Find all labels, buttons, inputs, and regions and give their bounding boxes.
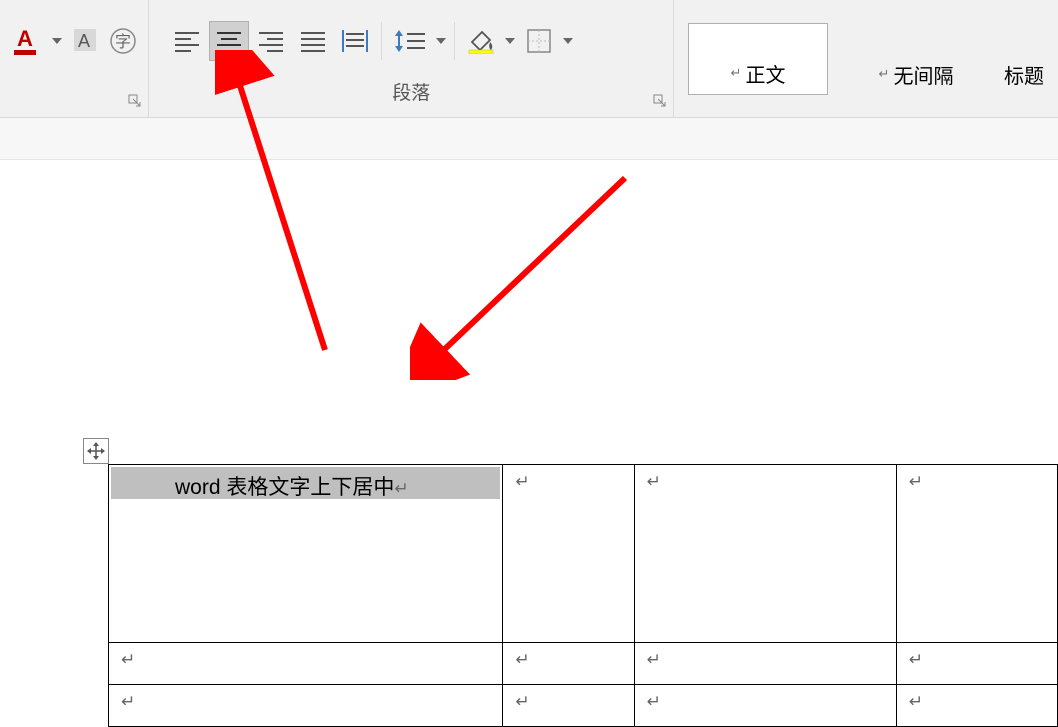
- text-highlight-button[interactable]: A: [68, 21, 102, 61]
- paragraph-mark-icon: ↵: [643, 690, 661, 712]
- paragraph-group-label: 段落: [392, 78, 430, 105]
- svg-text:A: A: [17, 26, 33, 51]
- align-right-icon: [257, 29, 285, 53]
- table-cell[interactable]: ↵: [109, 685, 503, 727]
- table-cell[interactable]: ↵: [503, 465, 634, 643]
- line-spacing-icon: [393, 28, 427, 54]
- style-normal[interactable]: ↵正文: [688, 23, 828, 95]
- paragraph-mark-icon: ↵: [511, 470, 529, 492]
- table-cell[interactable]: ↵: [503, 643, 634, 685]
- align-justify-icon: [299, 29, 327, 53]
- ribbon: A A 字: [0, 0, 1058, 118]
- paragraph-group: 段落: [149, 0, 674, 117]
- align-center-button[interactable]: [209, 21, 249, 61]
- style-heading[interactable]: 标题: [1004, 23, 1044, 95]
- paragraph-mark-icon: ↵: [117, 648, 135, 670]
- font-color-button[interactable]: A: [6, 21, 46, 61]
- ruler-area: [0, 118, 1058, 160]
- borders-icon: [526, 28, 552, 54]
- align-distributed-icon: [340, 28, 370, 54]
- style-no-spacing-label: 无间隔: [893, 60, 953, 89]
- table-row: ↵ ↵ ↵ ↵: [109, 643, 1058, 685]
- document-table[interactable]: word 表格文字上下居中↵ ↵ ↵ ↵ ↵ ↵ ↵ ↵ ↵ ↵ ↵ ↵: [108, 464, 1058, 727]
- font-dialog-launcher[interactable]: [128, 94, 142, 108]
- svg-text:A: A: [78, 31, 90, 51]
- char-circle-icon: 字: [109, 27, 137, 55]
- align-left-button[interactable]: [167, 21, 207, 61]
- align-right-button[interactable]: [251, 21, 291, 61]
- paragraph-mark-icon: ↵: [511, 690, 529, 712]
- align-left-icon: [173, 29, 201, 53]
- table-cell[interactable]: ↵: [896, 465, 1057, 643]
- style-heading-label: 标题: [1004, 60, 1044, 89]
- paragraph-mark-icon: ↵: [643, 470, 661, 492]
- style-normal-label: 正文: [745, 59, 785, 88]
- paragraph-mark-icon: ↵: [511, 648, 529, 670]
- shading-button[interactable]: [461, 21, 501, 61]
- paragraph-mark-icon: ↵: [394, 479, 408, 498]
- paragraph-mark-icon: ↵: [643, 648, 661, 670]
- svg-text:字: 字: [115, 33, 131, 51]
- font-color-dropdown[interactable]: [50, 21, 64, 61]
- char-style-button[interactable]: 字: [106, 21, 140, 61]
- move-icon: [87, 442, 105, 460]
- table-cell[interactable]: ↵: [634, 643, 896, 685]
- line-spacing-button[interactable]: [388, 21, 432, 61]
- paragraph-mark-icon: ↵: [905, 470, 923, 492]
- document-area: word 表格文字上下居中↵ ↵ ↵ ↵ ↵ ↵ ↵ ↵ ↵ ↵ ↵ ↵: [0, 118, 1058, 612]
- align-center-icon: [215, 29, 243, 53]
- table-cell[interactable]: ↵: [634, 685, 896, 727]
- table-move-handle[interactable]: [83, 438, 109, 464]
- table-cell[interactable]: ↵: [896, 685, 1057, 727]
- paragraph-mark-icon: ↵: [905, 648, 923, 670]
- paragraph-dialog-launcher[interactable]: [653, 94, 667, 108]
- table-row: ↵ ↵ ↵ ↵: [109, 685, 1058, 727]
- font-color-icon: A: [12, 26, 40, 56]
- text-highlight-icon: A: [72, 27, 98, 55]
- style-no-spacing[interactable]: ↵无间隔: [846, 23, 986, 95]
- line-spacing-dropdown[interactable]: [434, 21, 448, 61]
- align-justify-button[interactable]: [293, 21, 333, 61]
- borders-dropdown[interactable]: [561, 21, 575, 61]
- table-cell[interactable]: ↵: [634, 465, 896, 643]
- separator: [381, 22, 382, 60]
- shading-dropdown[interactable]: [503, 21, 517, 61]
- table-cell-selected[interactable]: word 表格文字上下居中↵: [109, 465, 503, 643]
- font-group: A A 字: [0, 0, 149, 117]
- paragraph-mark-icon: ↵: [905, 690, 923, 712]
- paint-bucket-icon: [466, 28, 496, 54]
- table-row: word 表格文字上下居中↵ ↵ ↵ ↵: [109, 465, 1058, 643]
- borders-button[interactable]: [519, 21, 559, 61]
- table-cell[interactable]: ↵: [503, 685, 634, 727]
- table-cell[interactable]: ↵: [896, 643, 1057, 685]
- align-distributed-button[interactable]: [335, 21, 375, 61]
- separator: [454, 22, 455, 60]
- cell-text: word 表格文字上下居中: [175, 476, 394, 499]
- styles-group: ↵正文 ↵无间隔 标题: [674, 0, 1058, 117]
- paragraph-mark-icon: ↵: [117, 690, 135, 712]
- table-cell[interactable]: ↵: [109, 643, 503, 685]
